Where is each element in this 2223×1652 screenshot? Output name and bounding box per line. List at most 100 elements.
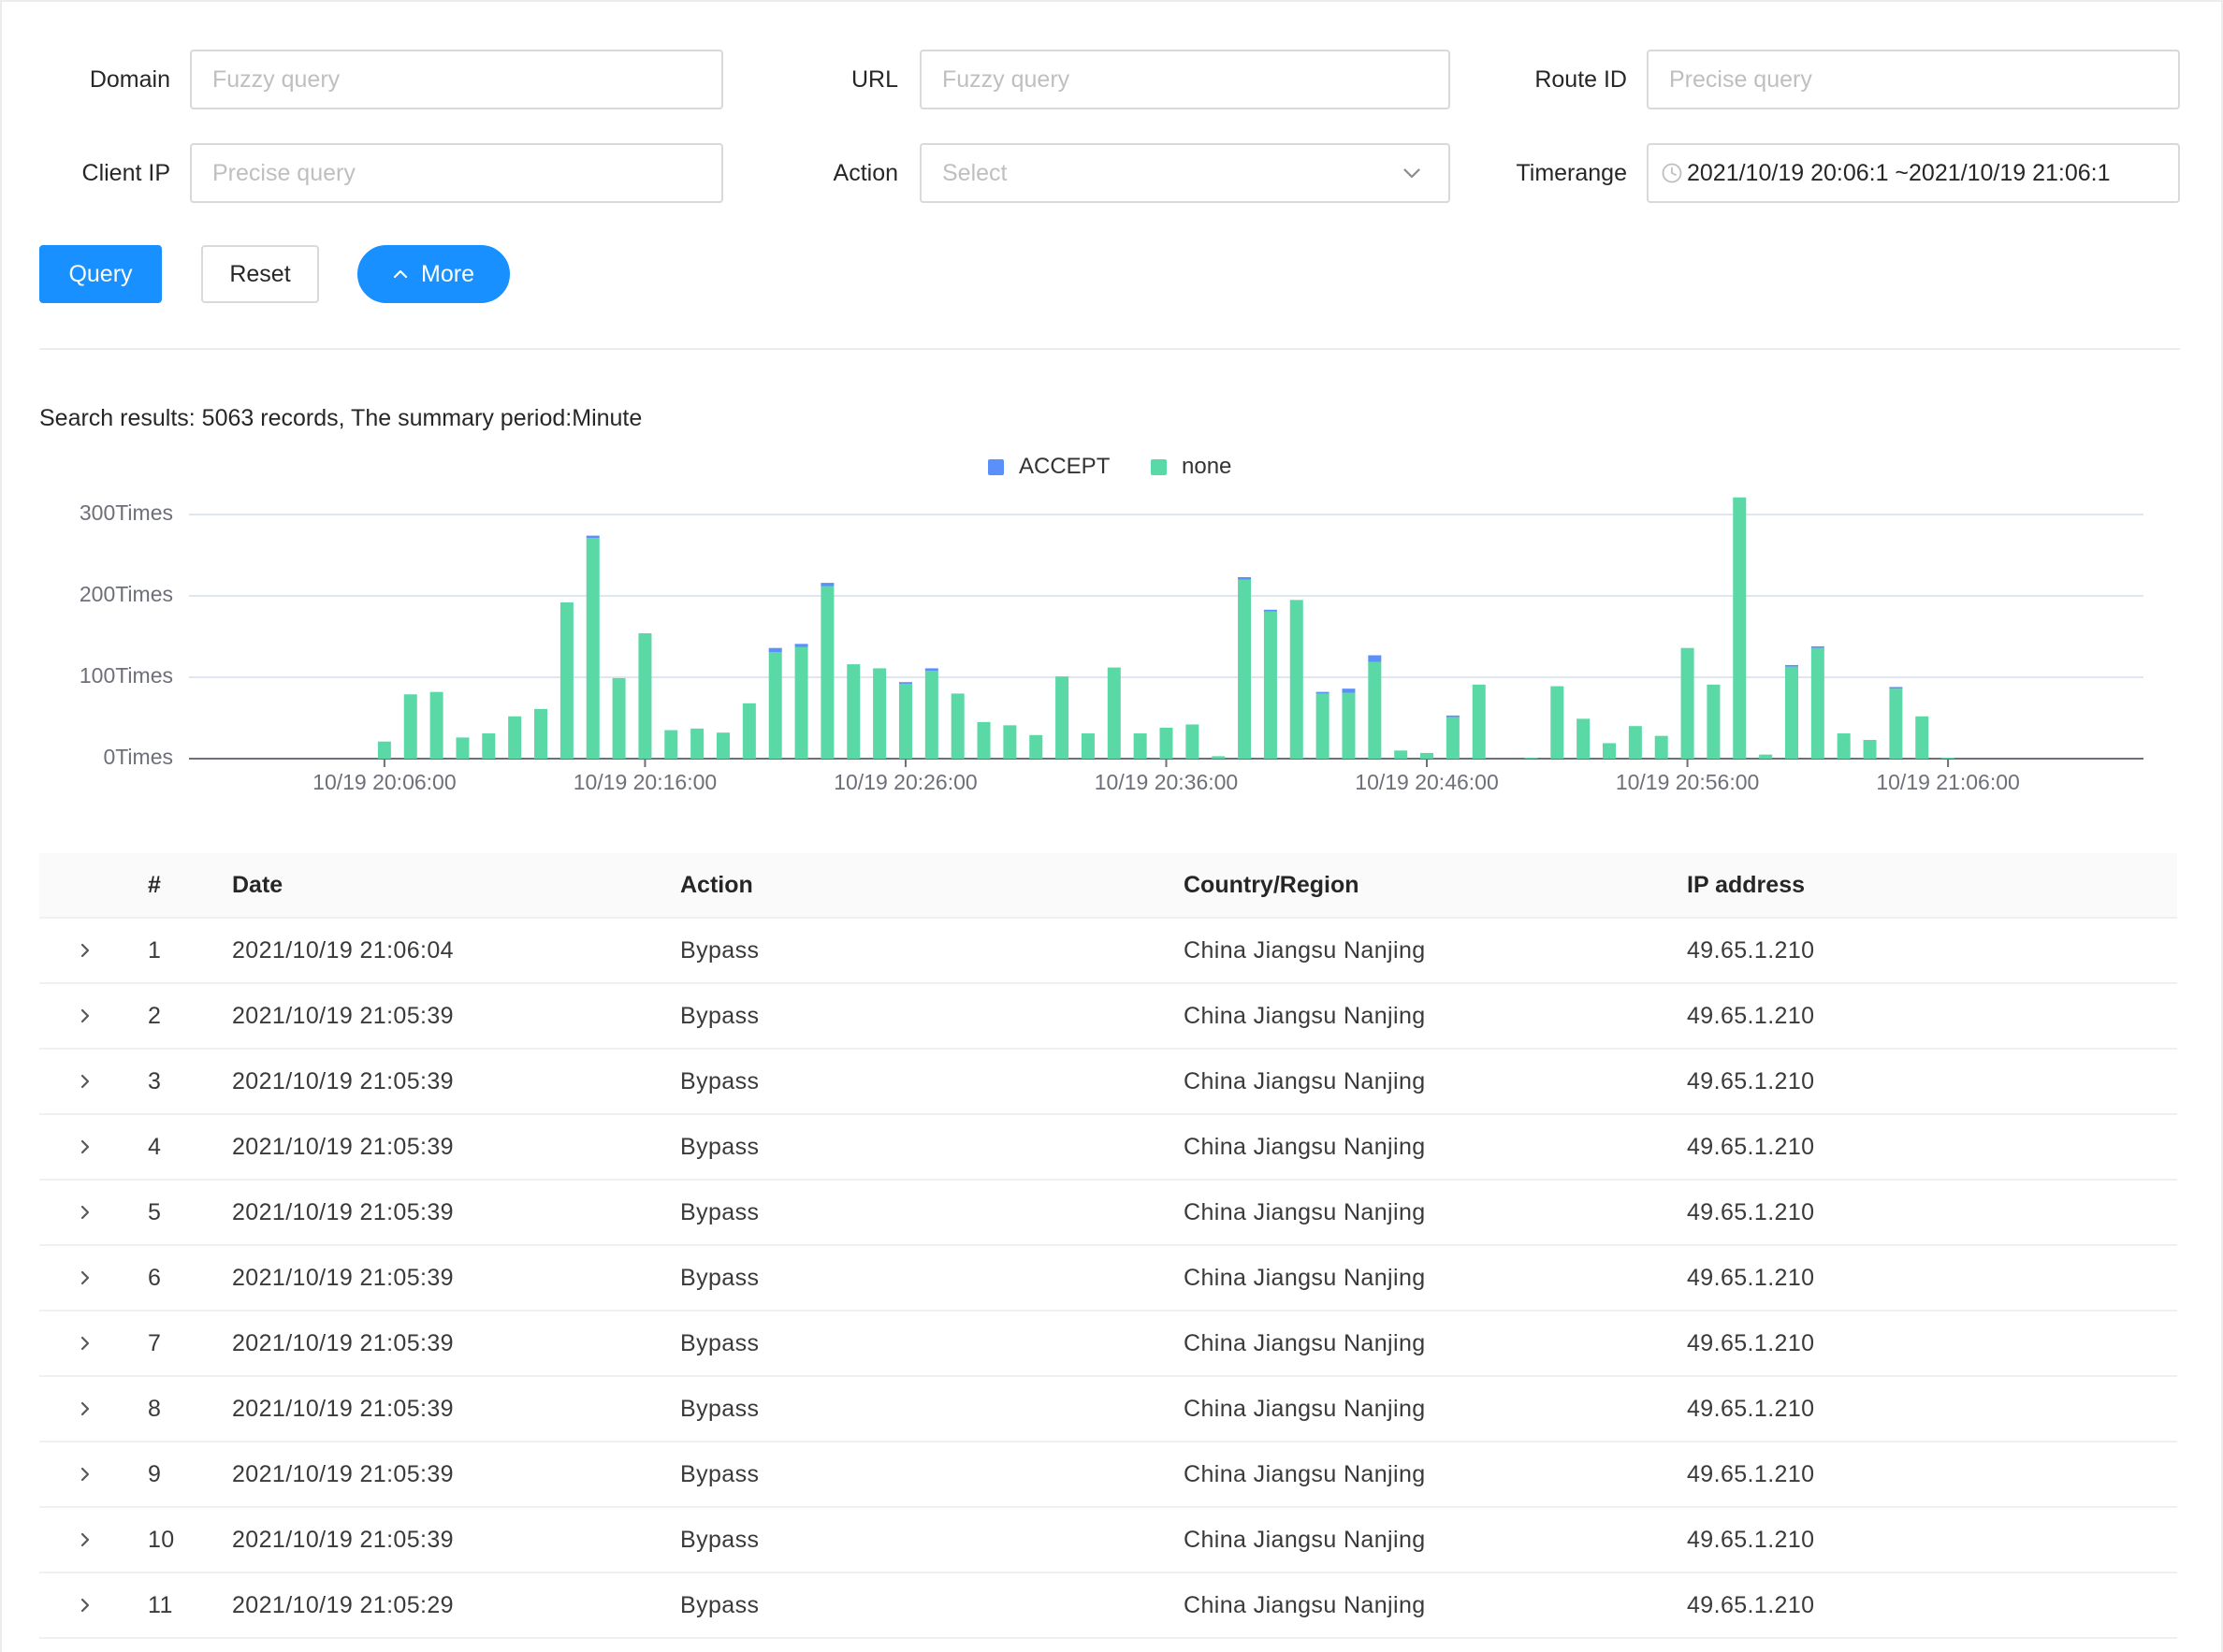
bar-none-18[interactable] xyxy=(847,664,861,759)
bar-none-13[interactable] xyxy=(716,732,730,759)
reset-button[interactable]: Reset xyxy=(201,245,319,303)
bar-none-10[interactable] xyxy=(638,633,652,759)
bar-accept-36[interactable] xyxy=(1315,691,1329,694)
bar-none-58[interactable] xyxy=(1889,688,1903,759)
table-row[interactable]: 6 2021/10/19 21:05:39 Bypass China Jiangsu … xyxy=(39,1246,2177,1311)
row-expand-button[interactable] xyxy=(67,1508,103,1572)
action-select[interactable]: Select xyxy=(920,143,1450,203)
table-row[interactable]: 10 2021/10/19 21:05:39 Bypass China Jiangsu… xyxy=(39,1508,2177,1573)
bar-none-7[interactable] xyxy=(559,601,574,759)
bar-none-39[interactable] xyxy=(1394,750,1408,759)
row-expand-button[interactable] xyxy=(67,1377,103,1441)
table-row[interactable]: 7 2021/10/19 21:05:39 Bypass China Jiangsu … xyxy=(39,1311,2177,1377)
bar-none-22[interactable] xyxy=(951,693,965,759)
bar-none-29[interactable] xyxy=(1133,733,1147,759)
timerange-picker[interactable]: 2021/10/19 20:06:1 ~2021/10/19 21:06:1 xyxy=(1647,143,2180,203)
table-row[interactable]: 8 2021/10/19 21:05:39 Bypass China Jiangsu … xyxy=(39,1377,2177,1442)
bar-none-47[interactable] xyxy=(1603,743,1617,759)
route-id-input[interactable] xyxy=(1647,50,2180,109)
bar-none-4[interactable] xyxy=(482,733,496,759)
bar-none-36[interactable] xyxy=(1315,693,1329,759)
bar-accept-58[interactable] xyxy=(1889,687,1903,689)
bar-none-23[interactable] xyxy=(977,721,991,759)
bar-none-44[interactable] xyxy=(1524,758,1538,759)
bar-accept-55[interactable] xyxy=(1810,645,1824,648)
legend-item-accept[interactable]: ACCEPT xyxy=(988,453,1110,481)
table-row[interactable]: 1 2021/10/19 21:06:04 Bypass China Jiangsu … xyxy=(39,919,2177,984)
bar-none-55[interactable] xyxy=(1810,647,1824,759)
bar-none-19[interactable] xyxy=(873,668,887,759)
bar-none-28[interactable] xyxy=(1107,667,1121,759)
row-expand-button[interactable] xyxy=(67,1442,103,1506)
bar-none-57[interactable] xyxy=(1863,739,1877,759)
bar-accept-41[interactable] xyxy=(1446,715,1460,717)
client-ip-input[interactable] xyxy=(190,143,723,203)
bar-none-50[interactable] xyxy=(1680,647,1694,759)
bar-none-0[interactable] xyxy=(377,741,391,759)
bar-none-21[interactable] xyxy=(924,671,938,759)
bar-none-34[interactable] xyxy=(1263,611,1277,759)
bar-none-11[interactable] xyxy=(664,730,678,759)
bar-none-40[interactable] xyxy=(1420,752,1434,759)
row-expand-button[interactable] xyxy=(67,919,103,982)
bar-none-30[interactable] xyxy=(1159,727,1173,759)
table-row[interactable]: 4 2021/10/19 21:05:39 Bypass China Jiangsu … xyxy=(39,1115,2177,1181)
bar-none-41[interactable] xyxy=(1446,717,1460,759)
bar-none-60[interactable] xyxy=(1941,758,1955,759)
table-row[interactable]: 2 2021/10/19 21:05:39 Bypass China Jiangsu … xyxy=(39,984,2177,1050)
row-expand-button[interactable] xyxy=(67,1050,103,1113)
more-button[interactable]: More xyxy=(357,245,510,303)
table-row[interactable]: 9 2021/10/19 21:05:39 Bypass China Jiangsu … xyxy=(39,1442,2177,1508)
bar-accept-20[interactable] xyxy=(898,682,912,684)
row-expand-button[interactable] xyxy=(67,1246,103,1310)
bar-accept-15[interactable] xyxy=(768,647,782,653)
bar-accept-8[interactable] xyxy=(586,535,600,539)
domain-input[interactable] xyxy=(190,50,723,109)
bar-none-8[interactable] xyxy=(586,538,600,759)
bar-none-33[interactable] xyxy=(1238,579,1252,759)
bar-none-38[interactable] xyxy=(1368,661,1382,759)
bar-none-5[interactable] xyxy=(508,716,522,759)
bar-accept-34[interactable] xyxy=(1263,609,1277,612)
bar-accept-17[interactable] xyxy=(821,583,835,587)
bar-none-35[interactable] xyxy=(1289,600,1303,759)
row-expand-button[interactable] xyxy=(67,1115,103,1179)
query-button[interactable]: Query xyxy=(39,245,162,303)
bar-accept-38[interactable] xyxy=(1368,655,1382,662)
bar-none-20[interactable] xyxy=(898,683,912,759)
bar-none-42[interactable] xyxy=(1472,684,1486,759)
row-expand-button[interactable] xyxy=(67,1181,103,1244)
bar-none-31[interactable] xyxy=(1185,724,1199,759)
bar-none-12[interactable] xyxy=(690,728,705,759)
bar-accept-16[interactable] xyxy=(794,644,808,647)
bar-none-15[interactable] xyxy=(768,652,782,759)
row-expand-button[interactable] xyxy=(67,984,103,1048)
row-expand-button[interactable] xyxy=(67,1573,103,1637)
bar-none-54[interactable] xyxy=(1784,666,1798,759)
bar-none-9[interactable] xyxy=(612,677,626,759)
legend-item-none[interactable]: none xyxy=(1151,453,1231,481)
bar-none-53[interactable] xyxy=(1759,754,1773,759)
bar-none-27[interactable] xyxy=(1081,733,1095,759)
url-input[interactable] xyxy=(920,50,1450,109)
bar-none-17[interactable] xyxy=(821,586,835,759)
bar-none-1[interactable] xyxy=(403,694,417,759)
bar-none-51[interactable] xyxy=(1707,684,1721,759)
bar-none-46[interactable] xyxy=(1576,718,1591,759)
bar-none-16[interactable] xyxy=(794,646,808,759)
bar-none-26[interactable] xyxy=(1055,676,1069,759)
bar-none-45[interactable] xyxy=(1550,686,1564,759)
bar-none-3[interactable] xyxy=(456,737,470,759)
bar-accept-21[interactable] xyxy=(924,668,938,672)
bar-none-37[interactable] xyxy=(1342,692,1356,759)
bar-accept-37[interactable] xyxy=(1342,688,1356,693)
bar-none-56[interactable] xyxy=(1837,733,1851,759)
bar-none-24[interactable] xyxy=(1003,725,1017,759)
bar-none-6[interactable] xyxy=(534,708,548,759)
bar-none-52[interactable] xyxy=(1733,497,1747,759)
row-expand-button[interactable] xyxy=(67,1311,103,1375)
bar-none-49[interactable] xyxy=(1654,735,1668,759)
bar-accept-54[interactable] xyxy=(1784,664,1798,667)
bar-none-32[interactable] xyxy=(1212,756,1226,759)
table-row[interactable]: 3 2021/10/19 21:05:39 Bypass China Jiangsu … xyxy=(39,1050,2177,1115)
